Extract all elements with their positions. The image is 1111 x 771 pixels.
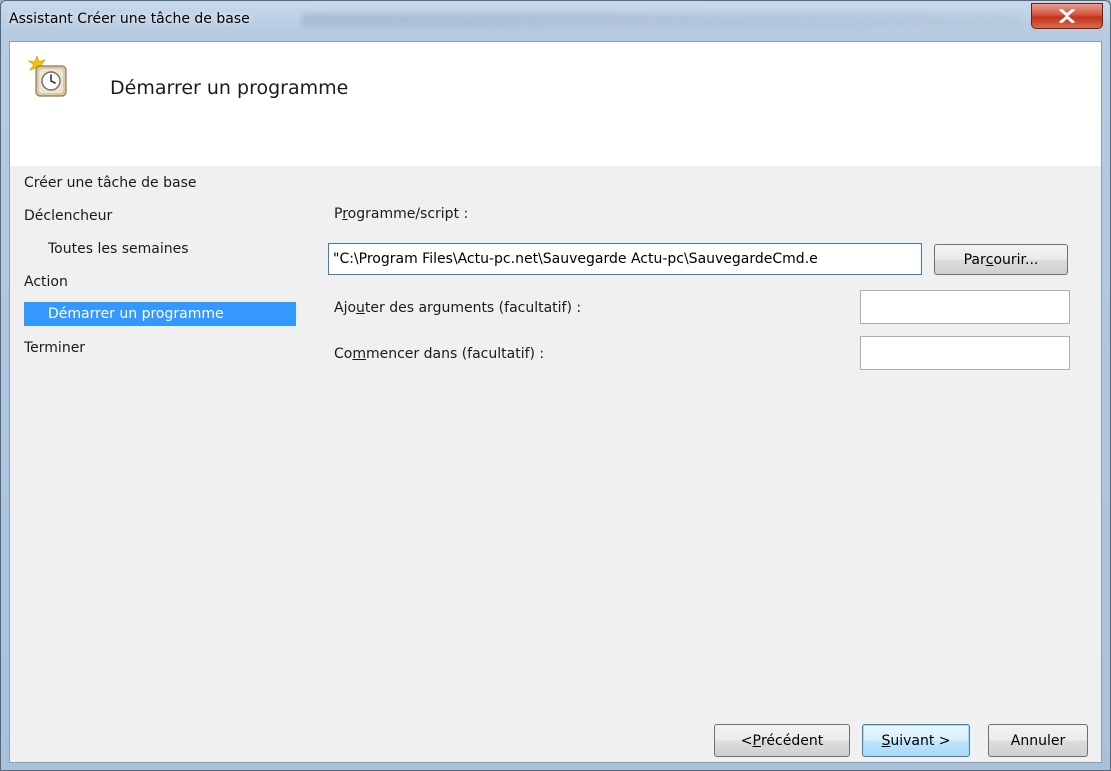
label-part: uivant >	[890, 732, 951, 749]
previous-button[interactable]: < Précédent	[714, 724, 850, 757]
label-accesskey: P	[752, 732, 761, 749]
program-script-input[interactable]	[328, 243, 922, 275]
label-part: mencer dans (facultatif) :	[365, 346, 545, 362]
cancel-button[interactable]: Annuler	[988, 724, 1088, 757]
wizard-window: Assistant Créer une tâche de base Démarr…	[0, 0, 1111, 771]
close-button[interactable]	[1031, 3, 1103, 29]
close-icon	[1059, 9, 1075, 23]
label-accesskey: S	[881, 732, 891, 749]
step-creer-tache[interactable]: Créer une tâche de base	[24, 171, 197, 195]
label-part: Par	[963, 251, 986, 268]
browse-button[interactable]: Par c ourir...	[934, 244, 1068, 275]
label-accesskey: c	[985, 251, 994, 268]
label-accesskey: m	[352, 346, 366, 362]
task-clock-icon	[27, 54, 70, 98]
window-title: Assistant Créer une tâche de base	[9, 11, 250, 27]
step-toutes-les-semaines[interactable]: Toutes les semaines	[48, 237, 189, 261]
wizard-steps-sidebar: Créer une tâche de base Déclencheur Tout…	[10, 166, 300, 764]
wizard-header: Démarrer un programme	[10, 42, 1101, 166]
label-part: <	[740, 732, 753, 749]
label-part: P	[334, 206, 343, 222]
arguments-label: Ajouter des arguments (facultatif) :	[334, 300, 581, 316]
start-in-input[interactable]	[860, 336, 1070, 370]
step-declencheur[interactable]: Déclencheur	[24, 204, 112, 228]
step-action[interactable]: Action	[24, 270, 68, 294]
label-part: ourir...	[993, 251, 1039, 268]
label-accesskey: u	[356, 300, 365, 316]
page-title: Démarrer un programme	[110, 77, 349, 99]
wizard-client-area: Démarrer un programme Créer une tâche de…	[9, 41, 1102, 763]
next-button[interactable]: Suivant >	[862, 724, 970, 757]
label-part: récédent	[760, 732, 824, 749]
title-bar[interactable]: Assistant Créer une tâche de base	[1, 1, 1110, 41]
label-part: ogramme/script :	[347, 206, 469, 222]
start-in-label: Commencer dans (facultatif) :	[334, 346, 544, 362]
program-script-label: Programme/script :	[334, 206, 468, 222]
label-part: ter des arguments (facultatif) :	[364, 300, 582, 316]
title-bar-background-blur	[301, 13, 1021, 27]
step-terminer[interactable]: Terminer	[24, 336, 85, 360]
label-part: Ajo	[334, 300, 357, 316]
arguments-input[interactable]	[860, 290, 1070, 324]
step-demarrer-programme[interactable]: Démarrer un programme	[24, 302, 296, 326]
action-form: Programme/script : Parcourir... Ajouter …	[328, 166, 1088, 666]
label-part: Co	[334, 346, 353, 362]
